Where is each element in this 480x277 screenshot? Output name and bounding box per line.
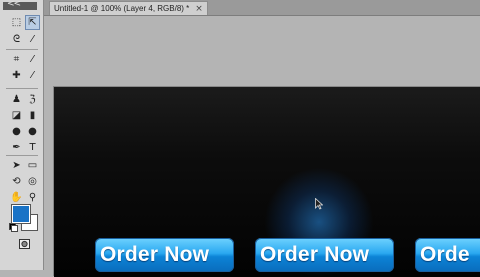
- brush-tool-icon[interactable]: ⁄: [25, 68, 40, 83]
- eyedropper-tool-icon[interactable]: ⁄: [25, 52, 40, 67]
- zoom-tool-icon[interactable]: ⚲: [25, 190, 40, 205]
- move-tool-icon[interactable]: ⇱: [25, 15, 40, 30]
- tool-separator: [6, 155, 38, 156]
- tools-panel: << ⬚ ⇱ ᘓ ⁄ ⌗ ⁄ ✚ ⁄ ♟ ℨ ◪ ▮ ● ● ✒ T ➤ ▭ ⟲ ◎ ✋ ⚲: [0, 0, 44, 270]
- eraser-tool-icon[interactable]: ◪: [9, 108, 24, 123]
- foreground-color-swatch[interactable]: [11, 204, 31, 224]
- shape-tool-icon[interactable]: ▭: [25, 158, 40, 173]
- history-brush-tool-icon[interactable]: ℨ: [25, 92, 40, 107]
- canvas-workspace[interactable]: Order Now Order Now Orde: [45, 16, 480, 277]
- order-now-button: Order Now: [95, 238, 234, 272]
- gradient-tool-icon[interactable]: ▮: [25, 108, 40, 123]
- order-now-button-partial: Orde: [415, 238, 480, 272]
- collapse-icon[interactable]: <<: [7, 0, 21, 9]
- order-now-button: Order Now: [255, 238, 394, 272]
- tools-panel-grip[interactable]: <<: [3, 0, 37, 10]
- 3d-rotate-tool-icon[interactable]: ⟲: [9, 174, 24, 189]
- hand-tool-icon[interactable]: ✋: [9, 190, 24, 205]
- marquee-tool-icon[interactable]: ⬚: [9, 15, 24, 30]
- tool-separator: [6, 88, 38, 89]
- tool-separator: [6, 49, 38, 50]
- quick-mask-icon[interactable]: [17, 236, 32, 251]
- path-selection-tool-icon[interactable]: ➤: [9, 158, 24, 173]
- document-tab-bar: Untitled-1 @ 100% (Layer 4, RGB/8) * ×: [44, 0, 480, 16]
- clone-stamp-tool-icon[interactable]: ♟: [9, 92, 24, 107]
- lasso-tool-icon[interactable]: ᘓ: [9, 32, 24, 47]
- 3d-orbit-tool-icon[interactable]: ◎: [25, 174, 40, 189]
- pen-tool-icon[interactable]: ✒: [9, 140, 24, 155]
- crop-tool-icon[interactable]: ⌗: [9, 52, 24, 67]
- document-tab[interactable]: Untitled-1 @ 100% (Layer 4, RGB/8) * ×: [49, 1, 208, 15]
- blur-tool-icon[interactable]: ●: [9, 124, 24, 139]
- mouse-cursor-icon: [315, 198, 323, 210]
- quick-mask-icon-svg: [19, 238, 30, 249]
- document-canvas[interactable]: Order Now Order Now Orde: [54, 87, 480, 277]
- magic-wand-tool-icon[interactable]: ⁄: [25, 32, 40, 47]
- type-tool-icon[interactable]: T: [25, 140, 40, 155]
- close-icon[interactable]: ×: [195, 4, 203, 14]
- healing-brush-tool-icon[interactable]: ✚: [9, 68, 24, 83]
- document-tab-title: Untitled-1 @ 100% (Layer 4, RGB/8) *: [54, 4, 190, 13]
- default-colors-icon[interactable]: [9, 223, 18, 232]
- dodge-tool-icon[interactable]: ●: [25, 124, 40, 139]
